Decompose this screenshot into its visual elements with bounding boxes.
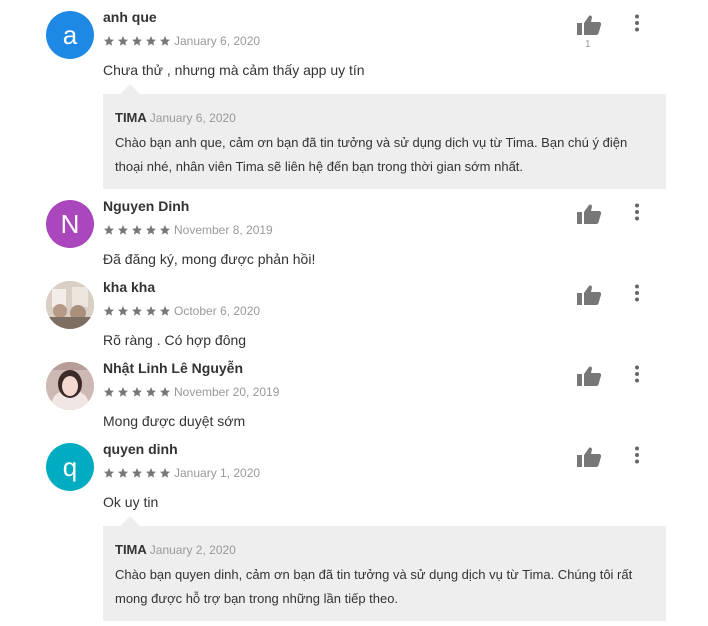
thumbs-up-icon	[577, 15, 602, 35]
review-text: Đã đăng ký, mong được phản hồi!	[103, 251, 316, 267]
reply-pointer	[120, 84, 140, 94]
avatar-photo	[46, 362, 94, 410]
star-icon	[159, 35, 171, 47]
star-icon	[131, 224, 143, 236]
avatar-letter: q	[62, 451, 78, 482]
more-menu-button[interactable]	[627, 283, 647, 303]
star-icon	[117, 386, 129, 398]
thumbs-up-icon	[577, 366, 602, 386]
thumbs-up-icon	[577, 204, 602, 224]
avatar[interactable]	[46, 281, 94, 329]
review-date: January 1, 2020	[174, 466, 261, 480]
star-icon	[103, 386, 115, 398]
star-rating	[103, 386, 173, 398]
star-rating	[103, 467, 173, 479]
like-button[interactable]	[576, 365, 602, 387]
star-icon	[131, 305, 143, 317]
review-meta: January 6, 2020	[103, 34, 260, 48]
avatar-letter: N	[60, 208, 80, 239]
review-text: Mong được duyệt sớm	[103, 413, 246, 429]
avatar-letter: a	[62, 19, 78, 50]
more-menu-button[interactable]	[627, 202, 647, 222]
review-author[interactable]: Nhật Linh Lê Nguyễn	[103, 360, 243, 376]
star-icon	[131, 35, 143, 47]
star-icon	[159, 386, 171, 398]
review-meta: November 8, 2019	[103, 223, 273, 237]
review-text: Rõ ràng . Có hợp đông	[103, 332, 247, 348]
like-button[interactable]	[576, 14, 602, 36]
more-menu-button[interactable]	[627, 364, 647, 384]
reply-pointer	[120, 516, 140, 526]
star-icon	[159, 305, 171, 317]
developer-reply: TIMA January 2, 2020 Chào bạn quyen dinh…	[103, 516, 666, 621]
star-icon	[131, 386, 143, 398]
avatar[interactable]: N	[46, 200, 94, 248]
star-icon	[131, 467, 143, 479]
more-menu-button[interactable]	[627, 445, 647, 465]
star-icon	[103, 224, 115, 236]
like-button[interactable]	[576, 284, 602, 306]
developer-reply: TIMA January 6, 2020 Chào bạn anh que, c…	[103, 84, 666, 189]
review-meta: October 6, 2020	[103, 304, 260, 318]
star-rating	[103, 35, 173, 47]
avatar[interactable]	[46, 362, 94, 410]
review-date: November 20, 2019	[174, 385, 280, 399]
star-icon	[103, 467, 115, 479]
star-icon	[159, 224, 171, 236]
star-icon	[117, 305, 129, 317]
review-date: October 6, 2020	[174, 304, 261, 318]
thumbs-up-icon	[577, 447, 602, 467]
like-button[interactable]	[576, 203, 602, 225]
more-vert-icon	[635, 284, 639, 302]
reply-text: Chào bạn anh que, cảm ơn bạn đã tin tưởn…	[115, 135, 628, 174]
review-author[interactable]: anh que	[103, 9, 157, 25]
like-button[interactable]	[576, 446, 602, 468]
review-author[interactable]: kha kha	[103, 279, 155, 295]
review-meta: January 1, 2020	[103, 466, 260, 480]
star-icon	[103, 305, 115, 317]
like-count: 1	[585, 39, 591, 50]
star-icon	[145, 305, 157, 317]
avatar[interactable]: a	[46, 11, 94, 59]
review-author[interactable]: Nguyen Dinh	[103, 198, 189, 214]
star-icon	[159, 467, 171, 479]
star-rating	[103, 305, 173, 317]
review-date: November 8, 2019	[174, 223, 273, 237]
star-icon	[145, 386, 157, 398]
star-icon	[145, 35, 157, 47]
star-rating	[103, 224, 173, 236]
star-icon	[117, 35, 129, 47]
star-icon	[145, 224, 157, 236]
thumbs-up-icon	[577, 285, 602, 305]
reply-author: TIMA	[115, 110, 147, 125]
review-meta: November 20, 2019	[103, 385, 279, 399]
more-vert-icon	[635, 14, 639, 32]
avatar[interactable]: q	[46, 443, 94, 491]
review-text: Chưa thử , nhưng mà cảm thấy app uy tín	[103, 62, 365, 78]
review-text: Ok uy tin	[103, 494, 159, 510]
star-icon	[117, 224, 129, 236]
reply-text: Chào bạn quyen dinh, cảm ơn bạn đã tin t…	[115, 567, 633, 606]
more-vert-icon	[635, 203, 639, 221]
review-date: January 6, 2020	[174, 34, 261, 48]
reply-date: January 2, 2020	[149, 543, 236, 557]
more-vert-icon	[635, 365, 639, 383]
reply-header: TIMA January 6, 2020	[115, 110, 236, 125]
star-icon	[103, 35, 115, 47]
more-vert-icon	[635, 446, 639, 464]
star-icon	[145, 467, 157, 479]
more-menu-button[interactable]	[627, 13, 647, 33]
reply-author: TIMA	[115, 542, 147, 557]
star-icon	[117, 467, 129, 479]
review-author[interactable]: quyen dinh	[103, 441, 178, 457]
avatar-photo	[46, 281, 94, 329]
reply-header: TIMA January 2, 2020	[115, 542, 236, 557]
reply-date: January 6, 2020	[149, 111, 236, 125]
